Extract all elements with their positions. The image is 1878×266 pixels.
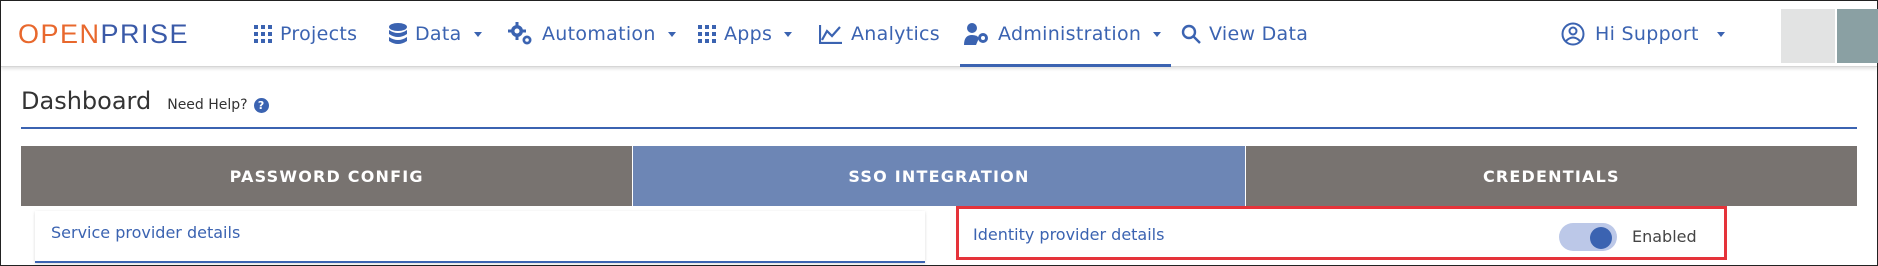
nav-apps-label: Apps: [724, 22, 773, 45]
toggle-state-label: Enabled: [1632, 227, 1697, 246]
nav-analytics-label: Analytics: [851, 22, 940, 45]
openprise-logo[interactable]: OPEN PRISE: [18, 19, 189, 49]
search-icon: [1181, 24, 1201, 44]
user-menu[interactable]: Hi Support: [1561, 1, 1725, 66]
header-divider: [21, 127, 1857, 129]
nav-data-label: Data: [415, 22, 462, 45]
page-title: Dashboard: [21, 87, 152, 115]
chevron-down-icon: [1716, 32, 1725, 37]
logo-text-open: OPEN: [18, 18, 101, 49]
nav-projects[interactable]: Projects: [254, 1, 357, 66]
database-icon: [389, 22, 407, 44]
tab-password-config[interactable]: PASSWORD CONFIG: [21, 146, 633, 206]
gears-icon: [508, 21, 532, 44]
identity-provider-heading[interactable]: Identity provider details: [973, 225, 1164, 244]
header-accent-box: [1837, 9, 1878, 63]
line-chart-icon: [819, 24, 842, 44]
service-provider-panel[interactable]: Service provider details: [35, 211, 925, 263]
nav-automation-label: Automation: [542, 22, 656, 45]
identity-provider-toggle[interactable]: [1559, 223, 1617, 251]
need-help-label: Need Help?: [167, 97, 248, 113]
logo-text-prise: PRISE: [100, 18, 190, 49]
nav-administration[interactable]: Administration: [959, 1, 1172, 67]
chevron-down-icon: [1153, 32, 1162, 37]
nav-administration-label: Administration: [998, 22, 1142, 45]
top-navbar: OPEN PRISE Projects Data Automation Apps…: [1, 1, 1878, 67]
nav-projects-label: Projects: [280, 22, 358, 45]
identity-provider-panel: Identity provider details Enabled: [956, 206, 1727, 260]
chevron-down-icon: [784, 32, 793, 37]
tab-sso-integration[interactable]: SSO INTEGRATION: [632, 146, 1245, 206]
page-header: Dashboard Need Help??: [21, 87, 269, 115]
apps-grid-icon: [698, 24, 716, 43]
nav-view-data-label: View Data: [1209, 22, 1309, 45]
toggle-knob: [1590, 227, 1612, 249]
nav-data[interactable]: Data: [389, 1, 482, 66]
chevron-down-icon: [667, 32, 676, 37]
header-placeholder-box: [1781, 9, 1835, 63]
nav-analytics[interactable]: Analytics: [819, 1, 940, 66]
nav-apps[interactable]: Apps: [698, 1, 793, 66]
nav-view-data[interactable]: View Data: [1181, 1, 1308, 66]
user-greeting: Hi Support: [1595, 22, 1699, 45]
user-circle-icon: [1561, 22, 1585, 45]
tab-credentials[interactable]: CREDENTIALS: [1244, 146, 1857, 206]
service-provider-heading: Service provider details: [51, 223, 241, 242]
help-question-icon[interactable]: ?: [253, 98, 269, 113]
nav-automation[interactable]: Automation: [508, 1, 676, 66]
grid-icon: [254, 24, 272, 43]
settings-tabs: PASSWORD CONFIG SSO INTEGRATION CREDENTI…: [21, 146, 1857, 206]
chevron-down-icon: [473, 32, 482, 37]
user-cog-icon: [964, 22, 988, 45]
need-help-link[interactable]: Need Help??: [167, 97, 269, 113]
